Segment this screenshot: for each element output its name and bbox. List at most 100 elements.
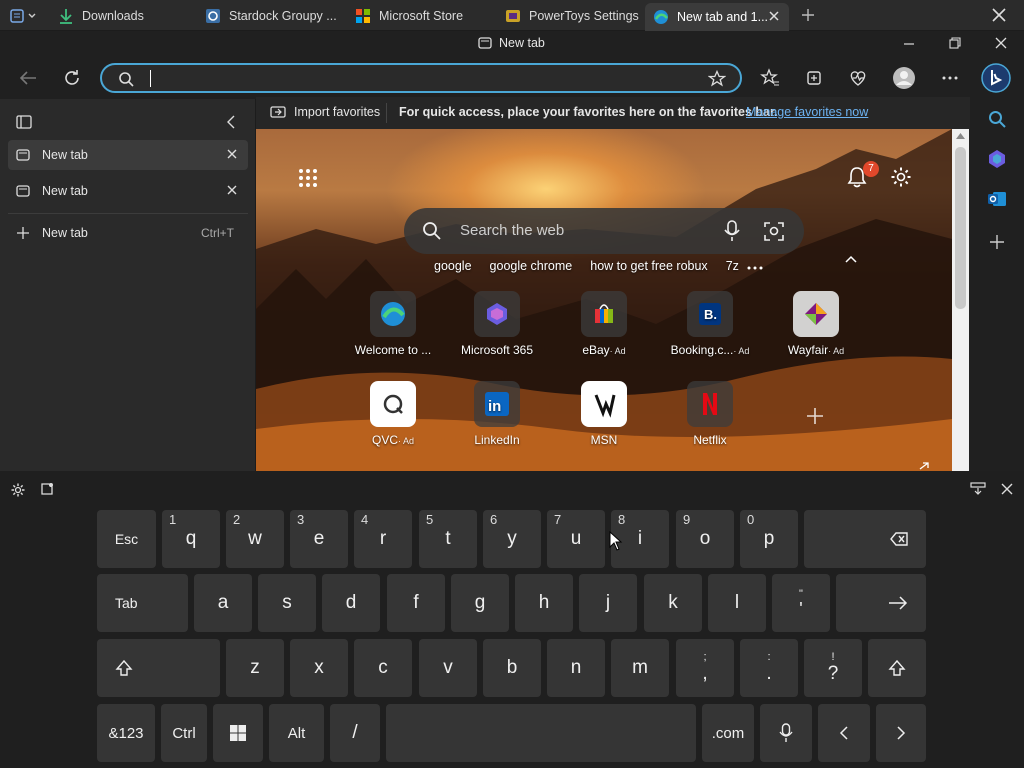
address-bar[interactable] — [100, 63, 742, 93]
quick-link-tile[interactable]: in LinkedIn — [442, 381, 552, 447]
key-apostrophe[interactable]: " ' — [772, 574, 830, 632]
key-w[interactable]: 2w — [226, 510, 284, 568]
dock-keyboard-icon[interactable] — [970, 482, 986, 496]
more-options-icon[interactable] — [941, 69, 959, 87]
emoji-sticker-icon[interactable] — [40, 482, 54, 496]
key-shift-left[interactable] — [97, 639, 220, 697]
vertical-tab[interactable]: New tab — [8, 140, 248, 170]
address-input[interactable] — [146, 68, 686, 88]
collections-icon[interactable] — [804, 68, 824, 88]
key-x[interactable]: x — [290, 639, 348, 697]
quick-link-tile[interactable]: QVC· Ad — [338, 381, 448, 447]
web-search-box[interactable]: Search the web — [404, 208, 804, 254]
visual-search-icon[interactable] — [764, 221, 784, 241]
key-arrow-right[interactable] — [876, 704, 926, 762]
scroll-up-icon[interactable] — [956, 133, 965, 139]
key-space[interactable] — [386, 704, 696, 762]
add-shortcut-icon[interactable] — [806, 407, 824, 425]
groupy-tab-store[interactable]: Microsoft Store — [355, 0, 495, 31]
key-dotcom[interactable]: .com — [702, 704, 754, 762]
key-q[interactable]: 1q — [162, 510, 220, 568]
new-tab-button[interactable]: New tab Ctrl+T — [8, 218, 248, 248]
key-g[interactable]: g — [451, 574, 509, 632]
microphone-icon[interactable] — [724, 220, 740, 242]
key-ctrl[interactable]: Ctrl — [161, 704, 207, 762]
key-period[interactable]: : . — [740, 639, 798, 697]
suggestion-chip[interactable]: 7z — [726, 259, 739, 273]
page-settings-gear-icon[interactable] — [890, 166, 912, 188]
quick-link-tile[interactable]: eBay· Ad — [549, 291, 659, 357]
quick-link-tile[interactable]: Microsoft 365 — [442, 291, 552, 357]
collapse-panel-icon[interactable] — [224, 114, 238, 130]
more-suggestions-icon[interactable] — [746, 265, 764, 271]
close-icon[interactable] — [991, 7, 1007, 23]
favorites-icon[interactable] — [760, 68, 780, 88]
quick-link-tile[interactable]: MSN — [549, 381, 659, 447]
key-comma[interactable]: ; , — [676, 639, 734, 697]
close-icon[interactable] — [767, 9, 781, 23]
key-p[interactable]: 0p — [740, 510, 798, 568]
key-enter[interactable] — [836, 574, 926, 632]
back-icon[interactable] — [18, 69, 38, 87]
keyboard-settings-gear-icon[interactable] — [11, 483, 25, 497]
key-u[interactable]: 7u — [547, 510, 605, 568]
minimize-icon[interactable] — [902, 37, 916, 51]
scrollbar-thumb[interactable] — [955, 147, 966, 309]
quick-link-tile[interactable]: B. Booking.c...· Ad — [655, 291, 765, 357]
key-l[interactable]: l — [708, 574, 766, 632]
key-k[interactable]: k — [644, 574, 702, 632]
key-f[interactable]: f — [387, 574, 445, 632]
chevron-up-icon[interactable] — [844, 254, 858, 264]
search-icon[interactable] — [988, 110, 1006, 128]
manage-favorites-link[interactable]: Manage favorites now — [746, 105, 868, 119]
bing-copilot-icon[interactable] — [981, 63, 1011, 93]
quick-link-tile[interactable]: Netflix — [655, 381, 765, 447]
import-favorites-button[interactable]: Import favorites — [270, 104, 380, 120]
apps-launcher-icon[interactable] — [298, 168, 318, 188]
groupy-tab-stardock[interactable]: Stardock Groupy ... — [205, 0, 345, 31]
close-tab-icon[interactable] — [226, 184, 238, 196]
page-scrollbar[interactable] — [952, 129, 969, 471]
suggestion-chip[interactable]: google chrome — [490, 259, 573, 273]
key-windows[interactable] — [213, 704, 263, 762]
add-favorite-star-icon[interactable] — [708, 70, 726, 88]
quick-link-tile[interactable]: Wayfair· Ad — [761, 291, 871, 357]
add-sidebar-app-icon[interactable] — [989, 234, 1005, 250]
refresh-icon[interactable] — [62, 68, 82, 88]
key-o[interactable]: 9o — [676, 510, 734, 568]
browser-essentials-icon[interactable] — [848, 68, 868, 88]
key-esc[interactable]: Esc — [97, 510, 156, 568]
key-slash[interactable]: / — [330, 704, 380, 762]
key-t[interactable]: 5t — [419, 510, 477, 568]
key-backspace[interactable] — [804, 510, 926, 568]
groupy-tab-powertoys[interactable]: PowerToys Settings — [505, 0, 645, 31]
key-arrow-left[interactable] — [818, 704, 870, 762]
key-alt[interactable]: Alt — [269, 704, 324, 762]
key-shift-right[interactable] — [868, 639, 926, 697]
key-a[interactable]: a — [194, 574, 252, 632]
groupy-tab-edge[interactable]: New tab and 1... — [645, 3, 789, 31]
key-z[interactable]: z — [226, 639, 284, 697]
key-j[interactable]: j — [579, 574, 637, 632]
expand-icon[interactable] — [918, 461, 930, 471]
key-h[interactable]: h — [515, 574, 573, 632]
key-b[interactable]: b — [483, 639, 541, 697]
key-y[interactable]: 6y — [483, 510, 541, 568]
key-d[interactable]: d — [322, 574, 380, 632]
key-v[interactable]: v — [419, 639, 477, 697]
tab-actions-icon[interactable] — [16, 114, 32, 130]
groupy-tab-downloads[interactable]: Downloads — [58, 0, 198, 31]
key-s[interactable]: s — [258, 574, 316, 632]
groupy-menu-icon[interactable] — [10, 8, 38, 24]
vertical-tab[interactable]: New tab — [8, 176, 248, 206]
key-dictation[interactable] — [760, 704, 812, 762]
key-symbols[interactable]: &123 — [97, 704, 155, 762]
suggestion-chip[interactable]: how to get free robux — [590, 259, 707, 273]
close-keyboard-icon[interactable] — [1000, 482, 1014, 496]
key-c[interactable]: c — [354, 639, 412, 697]
suggestion-chip[interactable]: google — [434, 259, 472, 273]
key-tab[interactable]: Tab — [97, 574, 188, 632]
quick-link-tile[interactable]: Welcome to ... — [338, 291, 448, 357]
close-window-icon[interactable] — [994, 36, 1008, 50]
restore-icon[interactable] — [948, 36, 962, 50]
